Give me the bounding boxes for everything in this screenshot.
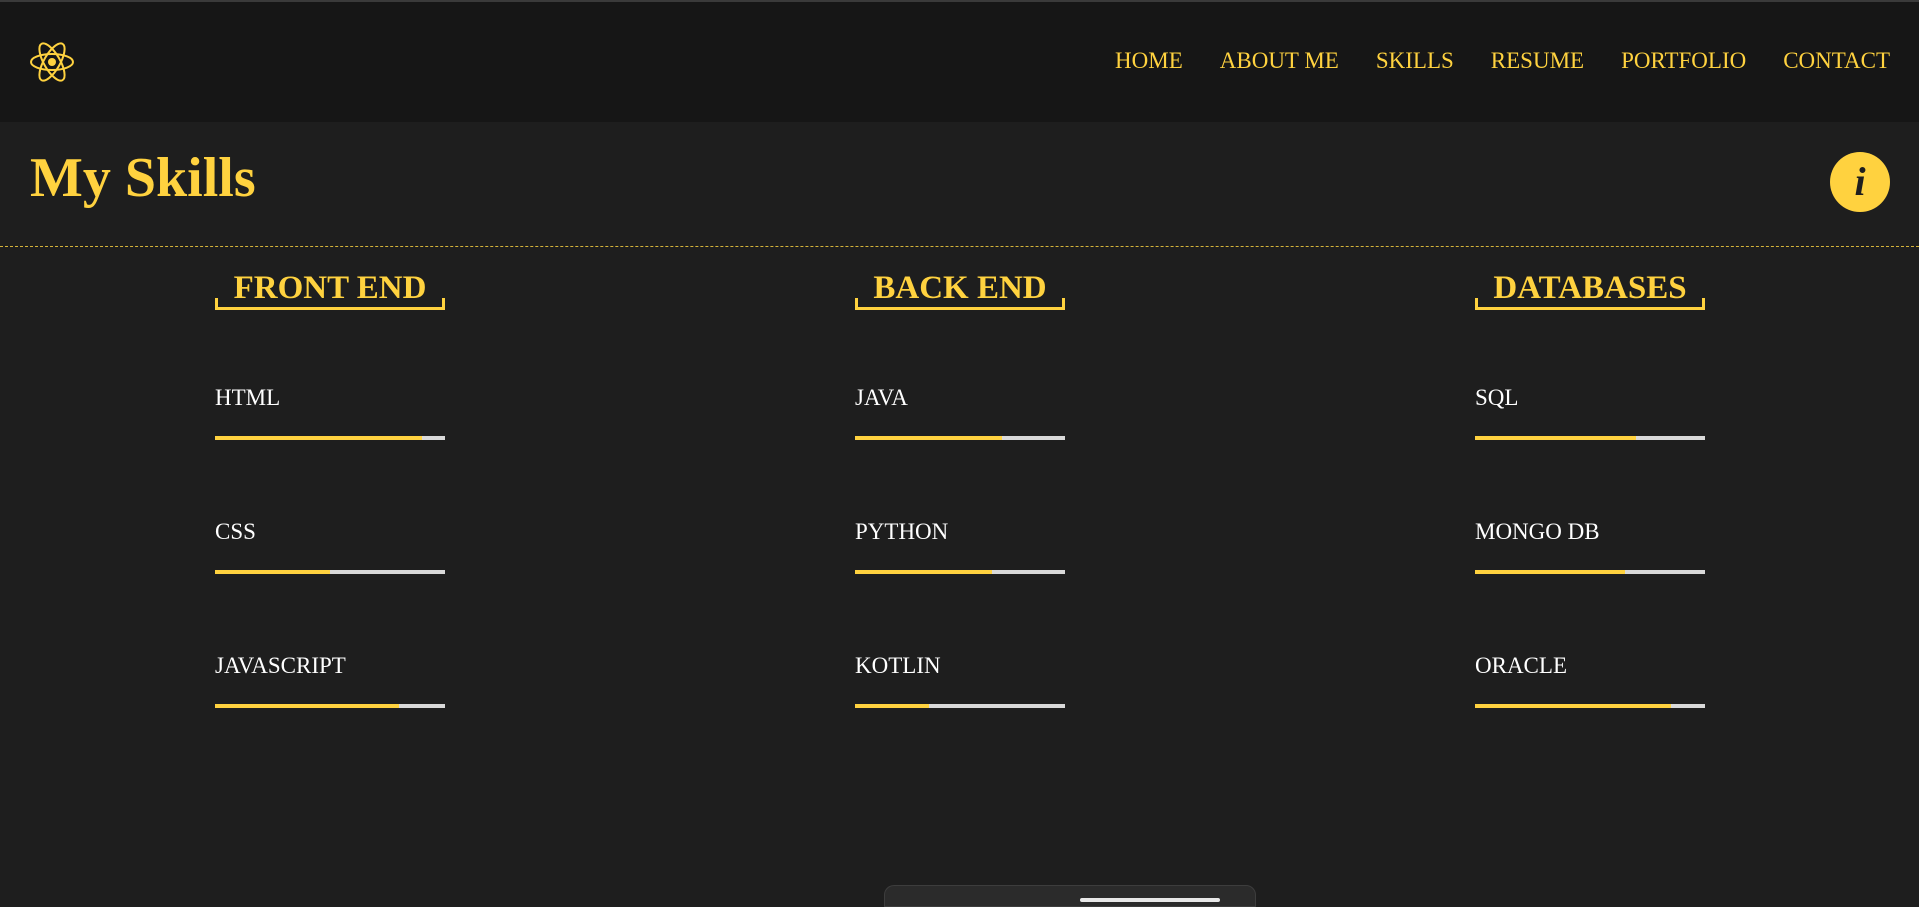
page-header: My Skills i bbox=[0, 122, 1919, 247]
skill-bar-fill bbox=[855, 704, 929, 708]
skill-name: JAVA bbox=[855, 385, 908, 410]
skill-bar bbox=[1475, 436, 1705, 440]
skill-name: HTML bbox=[215, 385, 281, 410]
skill-name: PYTHON bbox=[855, 519, 949, 544]
skill-name: KOTLIN bbox=[855, 653, 941, 678]
skill-name: ORACLE bbox=[1475, 653, 1567, 678]
skill-bar-fill bbox=[855, 436, 1002, 440]
nav-link-home[interactable]: HOME bbox=[1115, 48, 1183, 74]
nav-link-portfolio[interactable]: PORTFOLIO bbox=[1621, 48, 1746, 74]
navbar: HOME ABOUT ME SKILLS RESUME PORTFOLIO CO… bbox=[0, 2, 1919, 122]
skill-bar bbox=[855, 436, 1065, 440]
skill-bar bbox=[1475, 704, 1705, 708]
skill-item: HTML bbox=[215, 385, 445, 440]
skill-bar-fill bbox=[215, 436, 422, 440]
skill-item: SQL bbox=[1475, 385, 1705, 440]
skill-item: ORACLE bbox=[1475, 653, 1705, 708]
skills-column-databases: DATABASES SQL MONGO DB ORACLE bbox=[1475, 270, 1705, 708]
nav-links: HOME ABOUT ME SKILLS RESUME PORTFOLIO CO… bbox=[1115, 2, 1890, 120]
skill-bar bbox=[215, 436, 445, 440]
info-button[interactable]: i bbox=[1830, 152, 1890, 212]
skill-bar bbox=[1475, 570, 1705, 574]
skill-bar bbox=[215, 704, 445, 708]
skill-bar-fill bbox=[215, 704, 399, 708]
skill-bar-fill bbox=[855, 570, 992, 574]
skill-name: MONGO DB bbox=[1475, 519, 1600, 544]
skills-column-front-end: FRONT END HTML CSS JAVASCRIPT bbox=[215, 270, 445, 708]
bottom-overlay-tab[interactable] bbox=[884, 885, 1256, 907]
skill-bar bbox=[855, 570, 1065, 574]
column-heading: BACK END bbox=[855, 270, 1065, 310]
skill-item: KOTLIN bbox=[855, 653, 1065, 708]
page-title: My Skills bbox=[30, 147, 256, 209]
skill-bar bbox=[855, 704, 1065, 708]
skill-bar bbox=[215, 570, 445, 574]
skill-bar-fill bbox=[1475, 570, 1625, 574]
skill-bar-fill bbox=[1475, 436, 1636, 440]
atom-icon[interactable] bbox=[29, 39, 75, 85]
column-heading-label: DATABASES bbox=[1493, 270, 1687, 306]
skill-item: CSS bbox=[215, 519, 445, 574]
skill-bar-fill bbox=[215, 570, 330, 574]
skill-name: SQL bbox=[1475, 385, 1519, 410]
column-heading-label: BACK END bbox=[873, 270, 1047, 306]
column-heading: FRONT END bbox=[215, 270, 445, 310]
skill-name: JAVASCRIPT bbox=[215, 653, 346, 678]
skill-bar-fill bbox=[1475, 704, 1671, 708]
skill-item: PYTHON bbox=[855, 519, 1065, 574]
nav-link-contact[interactable]: CONTACT bbox=[1783, 48, 1890, 74]
info-icon: i bbox=[1854, 159, 1866, 204]
skills-column-back-end: BACK END JAVA PYTHON KOTLIN bbox=[855, 270, 1065, 708]
column-heading-label: FRONT END bbox=[233, 270, 427, 306]
nav-link-resume[interactable]: RESUME bbox=[1491, 48, 1584, 74]
skill-item: JAVASCRIPT bbox=[215, 653, 445, 708]
skill-name: CSS bbox=[215, 519, 256, 544]
nav-link-skills[interactable]: SKILLS bbox=[1376, 48, 1454, 74]
skill-item: JAVA bbox=[855, 385, 1065, 440]
skill-item: MONGO DB bbox=[1475, 519, 1705, 574]
nav-link-about-me[interactable]: ABOUT ME bbox=[1220, 48, 1339, 74]
column-heading: DATABASES bbox=[1475, 270, 1705, 310]
